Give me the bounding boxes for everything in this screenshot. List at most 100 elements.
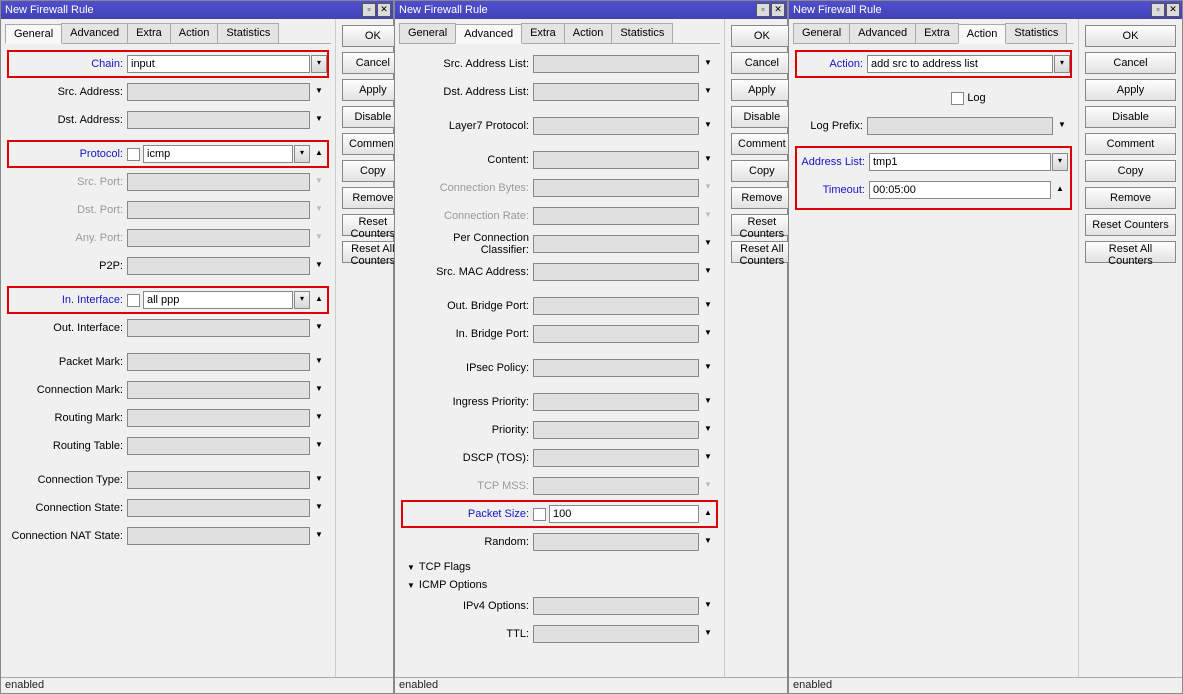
expand-icon[interactable]: ▼ [700,393,716,411]
protocol-dropdown-icon[interactable]: ▾ [294,145,310,163]
tab-extra[interactable]: Extra [915,23,959,43]
expand-icon[interactable]: ▼ [311,437,327,455]
expand-icon[interactable]: ▼ [311,527,327,545]
icmp-options-section[interactable]: ▼ICMP Options [403,576,716,594]
priority-input[interactable] [533,421,699,439]
packet-mark-input[interactable] [127,353,310,371]
collapse-icon[interactable]: ▲ [700,505,716,523]
random-input[interactable] [533,533,699,551]
comment-button[interactable]: Comment [731,133,793,155]
cancel-button[interactable]: Cancel [1085,52,1176,74]
log-prefix-input[interactable] [867,117,1053,135]
expand-icon[interactable]: ▼ [700,297,716,315]
chain-dropdown-icon[interactable]: ▾ [311,55,327,73]
chain-input[interactable] [127,55,310,73]
tab-general[interactable]: General [399,23,456,43]
expand-icon[interactable]: ▼ [700,235,716,253]
remove-button[interactable]: Remove [731,187,793,209]
expand-icon[interactable]: ▼ [311,471,327,489]
expand-icon[interactable]: ▼ [700,359,716,377]
tab-statistics[interactable]: Statistics [611,23,673,43]
minimize-icon[interactable]: ▫ [362,3,376,17]
ipsec-input[interactable] [533,359,699,377]
address-list-dropdown-icon[interactable]: ▾ [1052,153,1068,171]
out-interface-input[interactable] [127,319,310,337]
collapse-icon[interactable]: ▲ [311,145,327,163]
reset-all-counters-button[interactable]: Reset All Counters [731,241,793,263]
layer7-input[interactable] [533,117,699,135]
in-interface-input[interactable] [143,291,293,309]
expand-icon[interactable]: ▼ [700,83,716,101]
expand-icon[interactable]: ▼ [1054,117,1070,135]
disable-button[interactable]: Disable [1085,106,1176,128]
packet-size-input[interactable] [549,505,699,523]
expand-icon[interactable]: ▼ [700,597,716,615]
src-mac-input[interactable] [533,263,699,281]
in-bridge-input[interactable] [533,325,699,343]
expand-icon[interactable]: ▼ [700,421,716,439]
connection-type-input[interactable] [127,471,310,489]
routing-table-input[interactable] [127,437,310,455]
pcc-input[interactable] [533,235,699,253]
tab-extra[interactable]: Extra [127,23,171,43]
disable-button[interactable]: Disable [731,106,793,128]
connection-nat-state-input[interactable] [127,527,310,545]
connection-mark-input[interactable] [127,381,310,399]
protocol-invert-check[interactable] [127,148,140,161]
routing-mark-input[interactable] [127,409,310,427]
tab-general[interactable]: General [793,23,850,43]
copy-button[interactable]: Copy [731,160,793,182]
expand-icon[interactable]: ▼ [700,325,716,343]
timeout-input[interactable] [869,181,1051,199]
close-icon[interactable]: ✕ [771,3,785,17]
dst-address-input[interactable] [127,111,310,129]
tab-statistics[interactable]: Statistics [217,23,279,43]
expand-icon[interactable]: ▼ [311,499,327,517]
comment-button[interactable]: Comment [1085,133,1176,155]
reset-all-counters-button[interactable]: Reset All Counters [1085,241,1176,263]
ipv4-options-input[interactable] [533,597,699,615]
collapse-icon[interactable]: ▲ [1052,181,1068,199]
tab-advanced[interactable]: Advanced [61,23,128,43]
tab-action[interactable]: Action [170,23,219,43]
minimize-icon[interactable]: ▫ [1151,3,1165,17]
expand-icon[interactable]: ▼ [311,257,327,275]
reset-counters-button[interactable]: Reset Counters [1085,214,1176,236]
expand-icon[interactable]: ▼ [700,533,716,551]
apply-button[interactable]: Apply [731,79,793,101]
cancel-button[interactable]: Cancel [731,52,793,74]
content-input[interactable] [533,151,699,169]
expand-icon[interactable]: ▼ [311,381,327,399]
close-icon[interactable]: ✕ [1166,3,1180,17]
reset-counters-button[interactable]: Reset Counters [731,214,793,236]
action-dropdown-icon[interactable]: ▾ [1054,55,1070,73]
dscp-input[interactable] [533,449,699,467]
in-interface-invert-check[interactable] [127,294,140,307]
copy-button[interactable]: Copy [1085,160,1176,182]
expand-icon[interactable]: ▼ [311,409,327,427]
p2p-input[interactable] [127,257,310,275]
expand-icon[interactable]: ▼ [311,319,327,337]
src-address-input[interactable] [127,83,310,101]
expand-icon[interactable]: ▼ [700,55,716,73]
connection-state-input[interactable] [127,499,310,517]
tab-extra[interactable]: Extra [521,23,565,43]
close-icon[interactable]: ✕ [377,3,391,17]
expand-icon[interactable]: ▼ [700,625,716,643]
expand-icon[interactable]: ▼ [700,151,716,169]
packet-size-invert-check[interactable] [533,508,546,521]
expand-icon[interactable]: ▼ [700,449,716,467]
address-list-input[interactable] [869,153,1051,171]
tab-statistics[interactable]: Statistics [1005,23,1067,43]
tab-action[interactable]: Action [958,24,1007,44]
in-interface-dropdown-icon[interactable]: ▾ [294,291,310,309]
tab-advanced[interactable]: Advanced [455,24,522,44]
expand-icon[interactable]: ▼ [700,117,716,135]
ingress-prio-input[interactable] [533,393,699,411]
remove-button[interactable]: Remove [1085,187,1176,209]
tab-action[interactable]: Action [564,23,613,43]
collapse-icon[interactable]: ▲ [311,291,327,309]
tcp-flags-section[interactable]: ▼TCP Flags [403,558,716,576]
apply-button[interactable]: Apply [1085,79,1176,101]
ok-button[interactable]: OK [1085,25,1176,47]
